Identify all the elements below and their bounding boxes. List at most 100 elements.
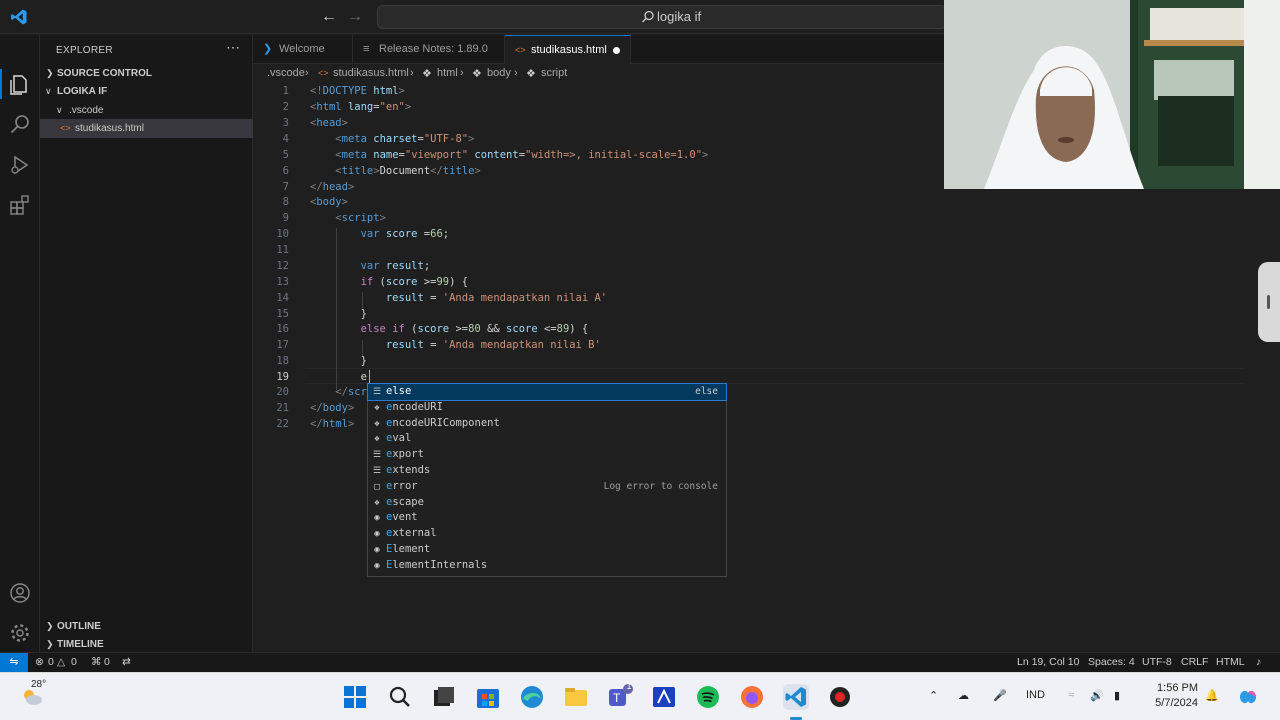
suggestion-item[interactable]: ❖ eval: [368, 431, 726, 447]
outline-section[interactable]: ❯ OUTLINE: [40, 617, 253, 636]
modified-dot-icon[interactable]: [613, 47, 620, 54]
clock-time: 1:56 PM: [1157, 682, 1198, 694]
microphone-icon[interactable]: 🎤: [993, 689, 1007, 702]
warning-icon[interactable]: △: [57, 656, 65, 668]
notification-bell-icon[interactable]: 🔔: [1205, 689, 1219, 702]
encoding[interactable]: UTF-8: [1142, 656, 1172, 668]
line-number: 10: [276, 228, 289, 240]
search-icon[interactable]: [386, 683, 414, 711]
suggestion-item[interactable]: ❖ encodeURIComponent: [368, 416, 726, 432]
breadcrumb-file[interactable]: studikasus.html: [333, 67, 409, 79]
line-number: 11: [276, 244, 289, 256]
suggestion-label: extends: [386, 464, 431, 476]
folder-vscode[interactable]: ∨ .vscode: [40, 101, 253, 120]
suggestion-item[interactable]: ◉ external: [368, 526, 726, 542]
wifi-icon[interactable]: ≈: [1068, 689, 1074, 701]
task-view-icon[interactable]: [430, 683, 458, 711]
temperature[interactable]: 28°: [31, 679, 46, 690]
breadcrumb-body[interactable]: body: [487, 67, 511, 79]
side-drawer-handle[interactable]: [1258, 262, 1280, 342]
breadcrumb-vscode[interactable]: .vscode: [267, 67, 305, 79]
suggestion-item[interactable]: ❖ escape: [368, 495, 726, 511]
battery-icon[interactable]: ▮: [1114, 689, 1120, 702]
account-icon[interactable]: [8, 581, 32, 605]
windows-start-icon[interactable]: [341, 683, 369, 711]
tab-release-notes[interactable]: ≡ Release Notes: 1.89.0: [353, 35, 505, 64]
code-line-5: <meta name="viewport" content="width=>, …: [335, 149, 709, 161]
edge-icon[interactable]: [518, 683, 546, 711]
error-icon[interactable]: ⊗: [35, 656, 44, 668]
suggestion-detail: else: [695, 386, 718, 397]
file-icon: ≡: [363, 43, 370, 55]
error-count[interactable]: 0: [48, 656, 54, 668]
keyword-icon: ☰: [372, 466, 382, 476]
command-center-search[interactable]: logika if: [377, 5, 947, 29]
breadcrumb-script[interactable]: script: [541, 67, 567, 79]
warning-count[interactable]: 0: [71, 656, 77, 668]
tab-studikasus-html[interactable]: <> studikasus.html: [505, 35, 631, 64]
ports-count[interactable]: 0: [104, 656, 110, 668]
chevron-up-icon[interactable]: ⌃: [929, 689, 938, 702]
suggestion-item[interactable]: ☰ export: [368, 447, 726, 463]
source-control-section[interactable]: ❯ SOURCE CONTROL: [40, 64, 253, 83]
code-line-19: e: [360, 371, 367, 383]
clock[interactable]: 1:56 PM 5/7/2024: [1148, 681, 1198, 711]
suggestion-item[interactable]: ◉ Element: [368, 542, 726, 558]
suggestion-detail: Log error to console: [603, 480, 718, 492]
file-explorer-icon[interactable]: [562, 683, 590, 711]
grip-icon: [1267, 295, 1270, 309]
spotify-icon[interactable]: [694, 683, 722, 711]
suggestion-label: error: [386, 479, 418, 492]
gear-icon[interactable]: [8, 621, 32, 645]
input-language[interactable]: IND: [1026, 689, 1045, 701]
language-mode[interactable]: HTML: [1216, 656, 1245, 668]
store-icon[interactable]: [474, 683, 502, 711]
method-icon: ❖: [374, 434, 380, 445]
arrow-right-icon[interactable]: →: [344, 6, 366, 28]
arrow-left-icon[interactable]: ←: [318, 6, 340, 28]
suggestion-item[interactable]: ☰ extends: [368, 463, 726, 479]
suggestion-label: Element: [386, 543, 431, 555]
explorer-icon[interactable]: [8, 73, 32, 97]
remote-icon[interactable]: ⇋: [0, 653, 28, 673]
more-actions-icon[interactable]: ⋯: [226, 39, 240, 56]
live-share-icon[interactable]: ⇄: [122, 656, 131, 668]
ports-icon[interactable]: ⌘: [91, 656, 102, 668]
tab-welcome[interactable]: ❯ Welcome: [253, 35, 353, 64]
cursor-position[interactable]: Ln 19, Col 10: [1017, 656, 1079, 668]
code-line-16: else if (score >=80 && score <=89) {: [360, 323, 589, 335]
method-icon: ❖: [374, 497, 380, 508]
vscode-taskbar-icon[interactable]: [782, 683, 810, 711]
folder-logika-if[interactable]: ∨ LOGIKA IF: [40, 82, 253, 101]
onedrive-icon[interactable]: ☁: [958, 689, 969, 702]
recorder-icon[interactable]: [826, 683, 854, 711]
suggestion-item[interactable]: ◉ ElementInternals: [368, 558, 726, 574]
volume-icon[interactable]: 🔊: [1090, 689, 1104, 702]
suggestion-item[interactable]: ❖ encodeURI: [368, 400, 726, 416]
line-number: 17: [276, 339, 289, 351]
status-bar: ⇋ ⊗ 0 △ 0 ⌘ 0 ⇄ Ln 19, Col 10 Spaces: 4 …: [0, 652, 1280, 673]
variable-icon: ◉: [374, 560, 380, 571]
snippet-icon: ☰: [372, 387, 382, 397]
extensions-icon[interactable]: [8, 193, 32, 217]
bell-icon[interactable]: ♪: [1256, 656, 1261, 668]
search-icon[interactable]: [8, 113, 32, 137]
line-number: 21: [276, 402, 289, 414]
code-line-18: }: [310, 355, 367, 367]
suggestion-item[interactable]: ◉ event: [368, 510, 726, 526]
autocomplete-suggest-widget[interactable]: ☰ else else ❖ encodeURI ❖ encodeURIComponent ❖ e…: [367, 383, 727, 577]
indentation[interactable]: Spaces: 4: [1088, 656, 1135, 668]
firefox-icon[interactable]: [738, 683, 766, 711]
run-debug-icon[interactable]: [8, 153, 32, 177]
copilot-icon[interactable]: [1236, 685, 1260, 709]
breadcrumb-html[interactable]: html: [437, 67, 458, 79]
line-number: 12: [276, 260, 289, 272]
visual-studio-icon[interactable]: [650, 683, 678, 711]
line-number: 14: [276, 292, 289, 304]
suggestion-item[interactable]: □ error Log error to console: [368, 479, 726, 495]
suggestion-item[interactable]: ☰ else else: [367, 383, 727, 401]
code-line-4: <meta charset="UTF-8">: [335, 133, 475, 145]
weather-icon[interactable]: [20, 687, 44, 707]
file-studikasus-html[interactable]: <> studikasus.html: [40, 119, 253, 138]
line-ending[interactable]: CRLF: [1181, 656, 1208, 668]
